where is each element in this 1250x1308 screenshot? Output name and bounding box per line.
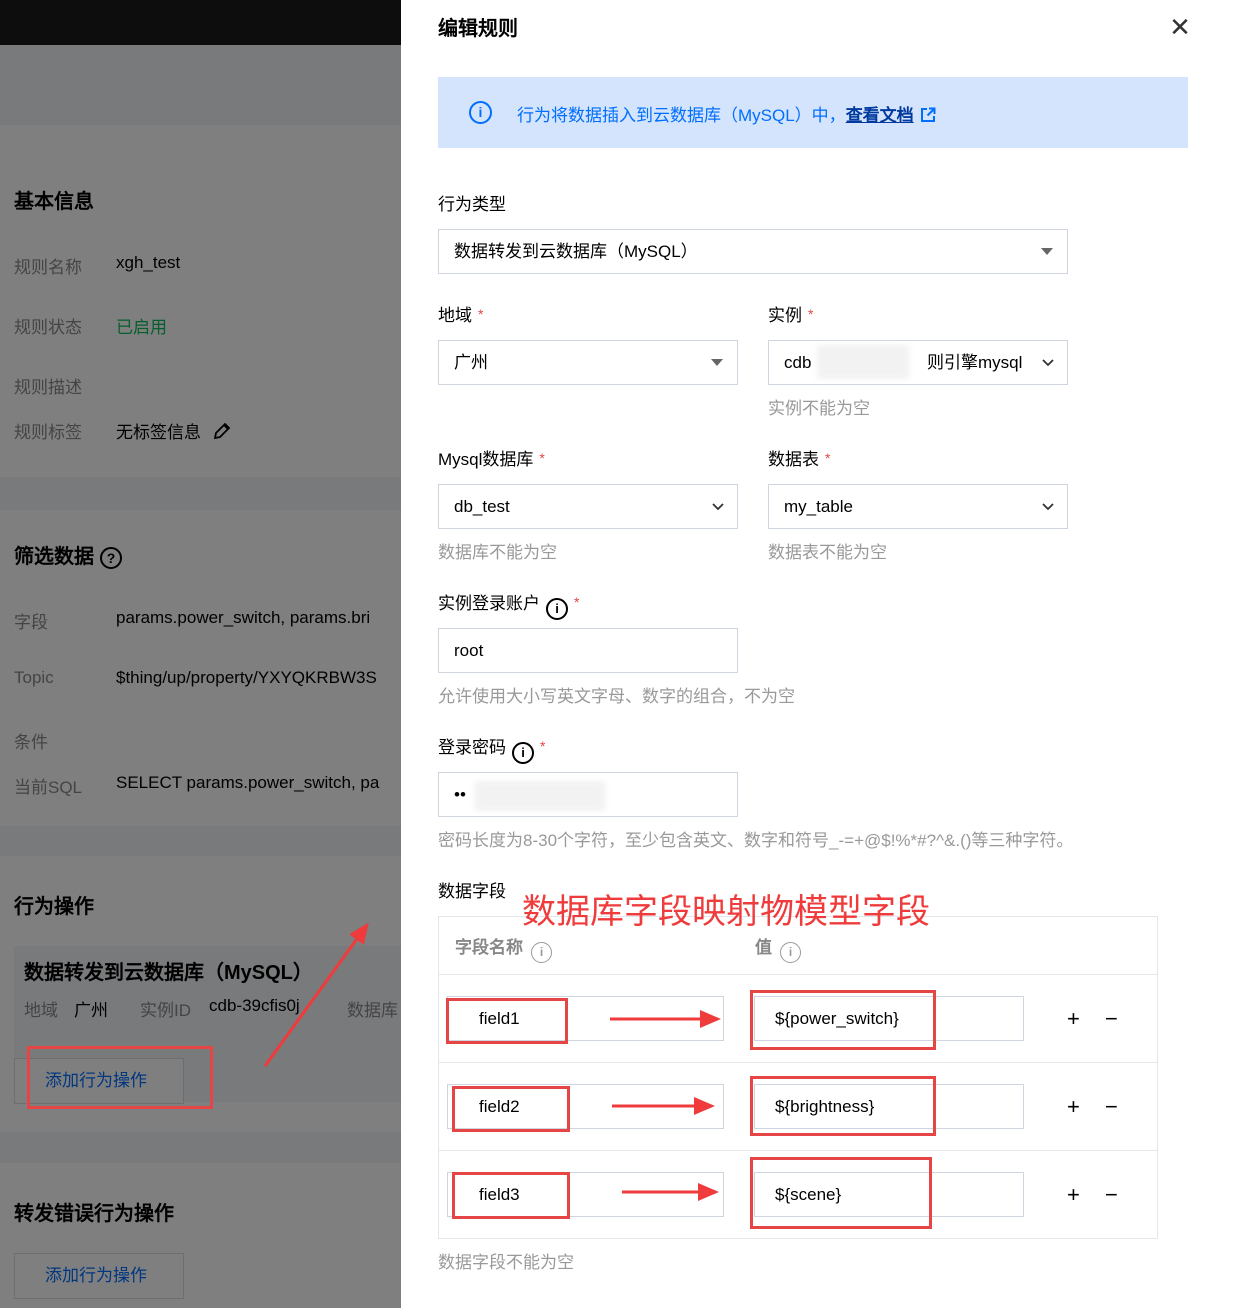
required-mark: *	[574, 594, 580, 610]
password-dots: ••	[454, 785, 466, 804]
password-input[interactable]: ••	[438, 772, 738, 817]
password-label: 登录密码 i *	[438, 733, 545, 764]
info-message: 行为将数据插入到云数据库（MySQL）中，	[517, 106, 846, 125]
required-mark: *	[808, 306, 814, 322]
account-label-text: 实例登录账户	[438, 594, 540, 613]
required-mark: *	[539, 450, 545, 466]
account-input[interactable]: root	[438, 628, 738, 673]
database-select[interactable]: db_test	[438, 484, 738, 529]
database-label: Mysql数据库 *	[438, 445, 545, 470]
table-value: my_table	[784, 497, 853, 516]
instance-label-text: 实例	[768, 306, 802, 325]
region-value: 广州	[454, 353, 488, 372]
remove-row-button[interactable]: −	[1105, 1007, 1118, 1031]
chevron-down-icon	[1042, 359, 1054, 367]
instance-value-prefix: cdb	[784, 353, 812, 372]
password-hint: 密码长度为8-30个字符，至少包含英文、数字和符号_-=+@$!%*#?^&.(…	[438, 831, 1074, 850]
close-icon[interactable]: ✕	[1167, 14, 1193, 40]
instance-hint: 实例不能为空	[768, 399, 870, 418]
col-value-text: 值	[755, 938, 772, 957]
table-label-text: 数据表	[768, 450, 819, 469]
info-help-icon[interactable]: i	[531, 942, 552, 963]
info-help-icon[interactable]: i	[546, 598, 568, 620]
table-select[interactable]: my_table	[768, 484, 1068, 529]
chevron-down-icon	[712, 503, 724, 511]
instance-label: 实例 *	[768, 301, 813, 326]
table-hint: 数据表不能为空	[768, 543, 887, 562]
annotation-box-field2	[452, 1086, 570, 1132]
annotation-box-value1	[750, 990, 936, 1050]
col-field-name: 字段名称 i	[455, 933, 552, 963]
region-label-text: 地域	[438, 306, 472, 325]
col-value: 值i	[755, 933, 801, 963]
action-type-value: 数据转发到云数据库（MySQL）	[454, 242, 698, 261]
instance-value-suffix: 则引擎mysql	[927, 353, 1023, 372]
info-help-icon[interactable]: i	[512, 742, 534, 764]
remove-row-button[interactable]: −	[1105, 1095, 1118, 1119]
annotation-box-value3	[750, 1157, 932, 1229]
chevron-down-icon	[1042, 503, 1054, 511]
view-docs-link[interactable]: 查看文档	[846, 106, 914, 125]
required-mark: *	[825, 450, 831, 466]
info-banner: i 行为将数据插入到云数据库（MySQL）中，查看文档	[438, 77, 1188, 148]
drawer-scroll-gutter	[1226, 0, 1250, 1308]
external-link-icon[interactable]	[920, 107, 936, 123]
data-fields-label: 数据字段	[438, 882, 506, 901]
add-row-button[interactable]: +	[1067, 1007, 1080, 1031]
data-fields-hint: 数据字段不能为空	[438, 1253, 574, 1272]
redaction-blur	[475, 781, 605, 811]
annotation-box-value2	[750, 1076, 936, 1136]
action-type-label: 行为类型	[438, 195, 506, 214]
add-row-button[interactable]: +	[1067, 1183, 1080, 1207]
required-mark: *	[478, 306, 484, 322]
region-select[interactable]: 广州	[438, 340, 738, 385]
add-row-button[interactable]: +	[1067, 1095, 1080, 1119]
region-label: 地域 *	[438, 301, 483, 326]
annotation-box-field1	[446, 998, 568, 1044]
account-hint: 允许使用大小写英文字母、数字的组合，不为空	[438, 687, 795, 706]
database-label-text: Mysql数据库	[438, 450, 534, 469]
info-text: 行为将数据插入到云数据库（MySQL）中，查看文档	[517, 101, 936, 126]
caret-down-icon	[1041, 248, 1053, 255]
database-hint: 数据库不能为空	[438, 543, 557, 562]
table-label: 数据表 *	[768, 445, 830, 470]
password-label-text: 登录密码	[438, 738, 506, 757]
instance-select[interactable]: cdb 则引擎mysql	[768, 340, 1068, 385]
annotation-text: 数据库字段映射物模型字段	[522, 893, 930, 931]
redaction-blur	[817, 345, 909, 379]
remove-row-button[interactable]: −	[1105, 1183, 1118, 1207]
col-field-name-text: 字段名称	[455, 938, 523, 957]
info-icon: i	[469, 101, 492, 124]
info-help-icon[interactable]: i	[780, 942, 801, 963]
caret-down-icon	[711, 359, 723, 366]
annotation-box-field3	[452, 1172, 570, 1219]
action-type-select[interactable]: 数据转发到云数据库（MySQL）	[438, 229, 1068, 274]
drawer-title: 编辑规则	[438, 18, 518, 40]
database-value: db_test	[454, 497, 510, 516]
required-mark: *	[540, 738, 546, 754]
account-label: 实例登录账户 i *	[438, 589, 579, 620]
annotation-box-add-action	[27, 1046, 213, 1109]
